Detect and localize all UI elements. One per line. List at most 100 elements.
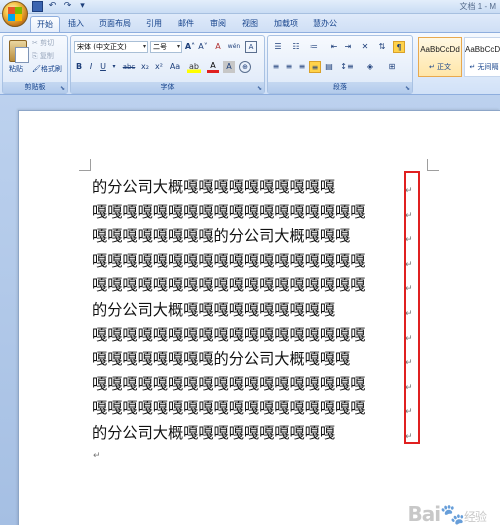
ribbon: 粘贴 ✂ 剪切 ⎘ 复制 🖌格式刷 剪贴板 ⬊ 宋体 (中文正文) ▾ 二号 ▾ A… xyxy=(0,32,500,95)
text-line: 的分公司大概嘎嘎嘎嘎嘎嘎嘎嘎嘎嘎 ↵ xyxy=(92,421,413,446)
text-line: 嘎嘎嘎嘎嘎嘎嘎嘎嘎嘎嘎嘎嘎嘎嘎嘎嘎嘎 ↵ xyxy=(92,200,413,225)
empty-paragraph-mark-icon: ↵ xyxy=(93,451,101,461)
text-line: 嘎嘎嘎嘎嘎嘎嘎嘎嘎嘎嘎嘎嘎嘎嘎嘎嘎嘎 ↵ xyxy=(92,249,413,274)
tab-mailings[interactable]: 邮件 xyxy=(174,16,198,32)
text-line: 嘎嘎嘎嘎嘎嘎嘎嘎嘎嘎嘎嘎嘎嘎嘎嘎嘎嘎 ↵ xyxy=(92,273,413,298)
paw-icon: 🐾 xyxy=(440,502,465,525)
tab-references[interactable]: 引用 xyxy=(142,16,166,32)
underline-button[interactable]: U xyxy=(98,61,108,73)
brush-icon: 🖌 xyxy=(32,65,41,73)
text-line: 嘎嘎嘎嘎嘎嘎嘎嘎嘎嘎嘎嘎嘎嘎嘎嘎嘎嘎 ↵ xyxy=(92,323,413,348)
undo-icon[interactable]: ↶ xyxy=(47,1,58,12)
font-color-icon[interactable]: A xyxy=(207,61,219,73)
align-left-icon[interactable]: ≡ xyxy=(270,61,282,73)
font-size-select[interactable]: 二号 ▾ xyxy=(150,41,182,53)
window-title: 文档 1 - M xyxy=(459,2,496,11)
paragraph-launcher-icon[interactable]: ⬊ xyxy=(405,85,410,92)
text-line: 的分公司大概嘎嘎嘎嘎嘎嘎嘎嘎嘎嘎 ↵ xyxy=(92,298,413,323)
tab-home[interactable]: 开始 xyxy=(30,16,60,32)
text-line: 嘎嘎嘎嘎嘎嘎嘎嘎嘎嘎嘎嘎嘎嘎嘎嘎嘎嘎 ↵ xyxy=(92,396,413,421)
save-icon[interactable] xyxy=(32,1,43,12)
line-spacing-icon[interactable]: ↕≡ xyxy=(339,61,355,73)
font-name-select[interactable]: 宋体 (中文正文) ▾ xyxy=(74,41,148,53)
format-painter-button[interactable]: 🖌格式刷 xyxy=(32,63,62,76)
align-right-icon[interactable]: ≡ xyxy=(296,61,308,73)
document-page[interactable]: 的分公司大概嘎嘎嘎嘎嘎嘎嘎嘎嘎嘎 ↵ 嘎嘎嘎嘎嘎嘎嘎嘎嘎嘎嘎嘎嘎嘎嘎嘎嘎嘎 ↵ 嘎嘎… xyxy=(18,110,500,525)
clipboard-group: 粘贴 ✂ 剪切 ⎘ 复制 🖌格式刷 剪贴板 ⬊ xyxy=(2,35,68,94)
change-case-button[interactable]: Aa xyxy=(167,61,183,73)
italic-button[interactable]: I xyxy=(86,61,96,73)
style-normal[interactable]: AaBbCcDd ↵ 正文 xyxy=(418,37,462,77)
document-body[interactable]: 的分公司大概嘎嘎嘎嘎嘎嘎嘎嘎嘎嘎 ↵ 嘎嘎嘎嘎嘎嘎嘎嘎嘎嘎嘎嘎嘎嘎嘎嘎嘎嘎 ↵ 嘎嘎… xyxy=(92,175,413,446)
grow-font-icon[interactable]: A˄ xyxy=(184,41,196,53)
distributed-icon[interactable]: ▤ xyxy=(323,61,335,73)
text-line: 嘎嘎嘎嘎嘎嘎嘎嘎嘎嘎嘎嘎嘎嘎嘎嘎嘎嘎 ↵ xyxy=(92,372,413,397)
tab-huibangong[interactable]: 慧办公 xyxy=(309,16,341,32)
customize-qat-icon[interactable]: ▾ xyxy=(77,1,88,12)
cut-button[interactable]: ✂ 剪切 xyxy=(32,37,54,50)
office-logo-icon xyxy=(8,7,22,21)
increase-indent-icon[interactable]: ⇥ xyxy=(342,41,354,53)
shrink-font-icon[interactable]: A˅ xyxy=(197,41,209,53)
clipboard-launcher-icon[interactable]: ⬊ xyxy=(60,85,65,92)
redo-icon[interactable]: ↷ xyxy=(62,1,73,12)
subscript-button[interactable]: x₂ xyxy=(139,61,151,73)
paragraph-group-label: 段落 xyxy=(268,82,412,93)
style-no-spacing[interactable]: AaBbCcDc ↵ 无间隔 xyxy=(464,37,500,77)
copy-icon: ⎘ xyxy=(32,52,38,60)
strikethrough-button[interactable]: abc xyxy=(121,61,137,73)
quick-access-toolbar: ↶ ↷ ▾ xyxy=(32,1,88,12)
document-workspace: 的分公司大概嘎嘎嘎嘎嘎嘎嘎嘎嘎嘎 ↵ 嘎嘎嘎嘎嘎嘎嘎嘎嘎嘎嘎嘎嘎嘎嘎嘎嘎嘎 ↵ 嘎嘎… xyxy=(0,95,500,525)
text-line: 嘎嘎嘎嘎嘎嘎嘎嘎的分公司大概嘎嘎嘎 ↵ xyxy=(92,224,413,249)
style-no-spacing-name: ↵ 无间隔 xyxy=(469,63,499,71)
copy-button[interactable]: ⎘ 复制 xyxy=(32,50,54,63)
clear-format-icon[interactable]: A xyxy=(212,41,224,53)
character-shading-icon[interactable]: A xyxy=(223,61,235,73)
underline-dropdown-icon[interactable]: ▾ xyxy=(110,61,118,73)
bullets-icon[interactable]: ☰ xyxy=(270,41,286,53)
shading-icon[interactable]: ◈ xyxy=(362,61,378,73)
sort-icon[interactable]: ⇅ xyxy=(375,41,389,53)
dropdown-arrow-icon: ▾ xyxy=(176,43,180,50)
tab-page-layout[interactable]: 页面布局 xyxy=(95,16,135,32)
cut-icon: ✂ xyxy=(32,39,38,47)
text-line: 嘎嘎嘎嘎嘎嘎嘎嘎的分公司大概嘎嘎嘎 ↵ xyxy=(92,347,413,372)
highlight-icon[interactable]: ab xyxy=(187,61,201,73)
title-bar: ↶ ↷ ▾ 文档 1 - M xyxy=(0,0,500,27)
office-button[interactable] xyxy=(2,1,28,27)
enclose-characters-icon[interactable]: ⊕ xyxy=(239,61,251,73)
borders-icon[interactable]: ⊞ xyxy=(384,61,400,73)
chinese-layout-icon[interactable]: ✕ xyxy=(358,41,372,53)
decrease-indent-icon[interactable]: ⇤ xyxy=(328,41,340,53)
tab-insert[interactable]: 插入 xyxy=(64,16,88,32)
bold-button[interactable]: B xyxy=(74,61,84,73)
tab-view[interactable]: 视图 xyxy=(238,16,262,32)
tab-addins[interactable]: 加载项 xyxy=(270,16,302,32)
annotation-highlight-box xyxy=(404,171,420,444)
superscript-button[interactable]: x² xyxy=(153,61,165,73)
text-line: 的分公司大概嘎嘎嘎嘎嘎嘎嘎嘎嘎嘎 ↵ xyxy=(92,175,413,200)
font-group: 宋体 (中文正文) ▾ 二号 ▾ A˄ A˅ A wén A B I U ▾ abc… xyxy=(70,35,265,94)
paragraph-group: ☰ ☷ ≔ ⇤ ⇥ ✕ ⇅ ¶ ≡ ≡ ≡ ≡ ▤ ↕≡ ◈ ⊞ 段落 ⬊ xyxy=(267,35,413,94)
tab-review[interactable]: 审阅 xyxy=(206,16,230,32)
style-normal-sample: AaBbCcDd xyxy=(420,45,460,54)
font-launcher-icon[interactable]: ⬊ xyxy=(257,85,262,92)
margin-corner-top-right xyxy=(427,159,439,171)
style-no-spacing-sample: AaBbCcDc xyxy=(465,45,500,54)
paste-icon[interactable] xyxy=(9,40,29,63)
ribbon-tabs: 开始 插入 页面布局 引用 邮件 审阅 视图 加载项 慧办公 xyxy=(0,14,500,32)
phonetic-guide-icon[interactable]: wén xyxy=(226,41,242,53)
character-border-icon[interactable]: A xyxy=(245,41,257,53)
baidu-watermark: Bai🐾经验 xyxy=(407,502,487,525)
dropdown-arrow-icon: ▾ xyxy=(142,43,146,50)
multilevel-list-icon[interactable]: ≔ xyxy=(306,41,322,53)
align-center-icon[interactable]: ≡ xyxy=(283,61,295,73)
show-marks-icon[interactable]: ¶ xyxy=(393,41,405,53)
margin-corner-top-left xyxy=(79,159,91,171)
clipboard-group-label: 剪贴板 xyxy=(3,82,67,93)
font-group-label: 字体 xyxy=(71,82,264,93)
style-normal-name: ↵ 正文 xyxy=(428,63,452,71)
paste-button[interactable]: 粘贴 xyxy=(9,63,23,76)
justify-icon[interactable]: ≡ xyxy=(309,61,321,73)
numbering-icon[interactable]: ☷ xyxy=(288,41,304,53)
